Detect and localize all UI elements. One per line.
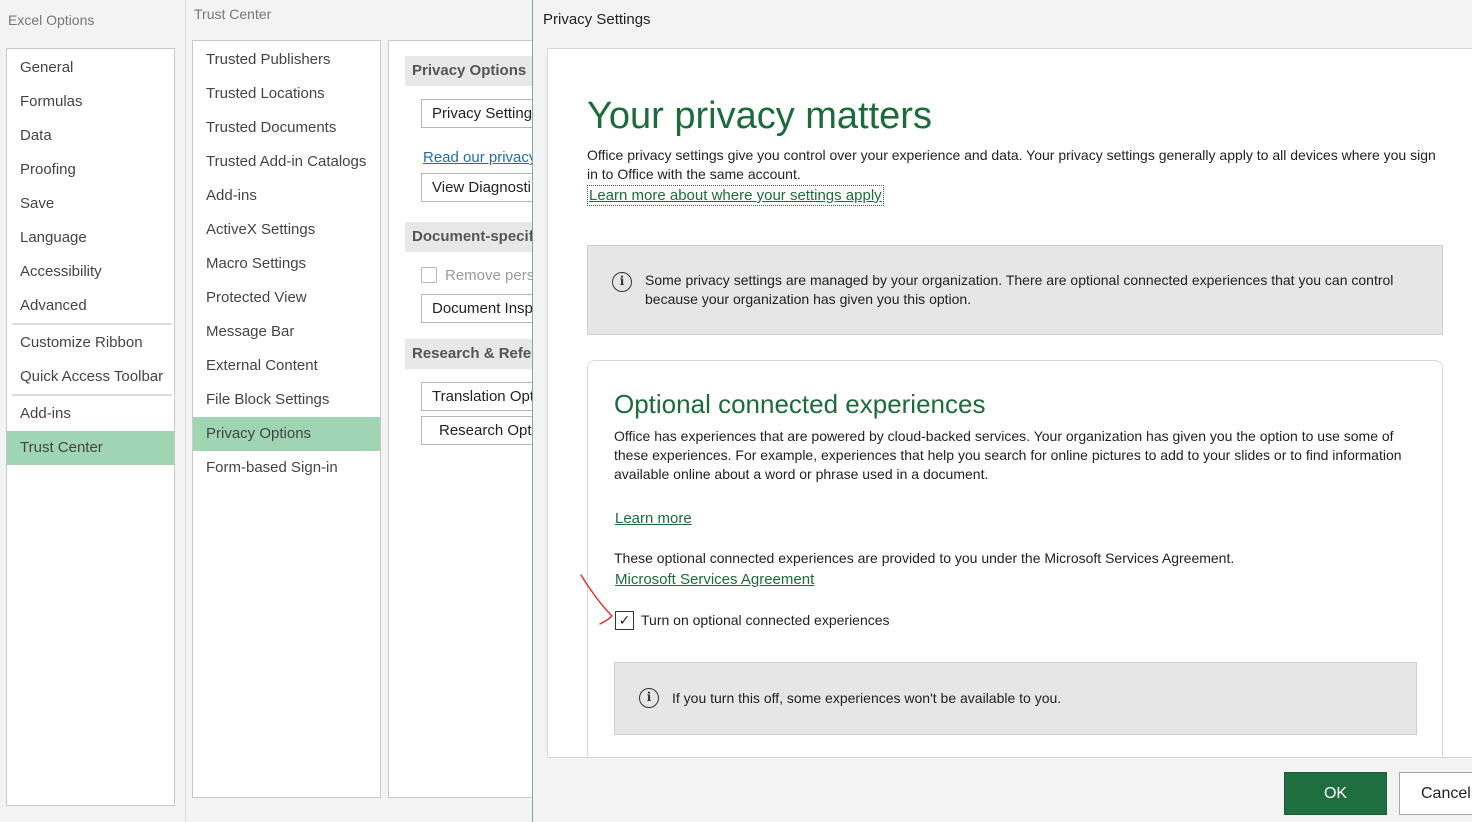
nav-quick-access-toolbar[interactable]: Quick Access Toolbar bbox=[7, 360, 174, 394]
nav-add-ins[interactable]: Add-ins bbox=[7, 397, 174, 431]
document-specific-header: Document-specif bbox=[405, 222, 545, 252]
turn-off-warning: i If you turn this off, some experiences… bbox=[614, 662, 1417, 735]
privacy-settings-dialog: Privacy Settings Your privacy matters Of… bbox=[532, 0, 1472, 822]
org-notice-text: Some privacy settings are managed by you… bbox=[645, 272, 1394, 307]
nav-divider bbox=[12, 394, 172, 396]
tc-nav-add-ins[interactable]: Add-ins bbox=[193, 179, 380, 213]
dialog-title: Privacy Settings bbox=[543, 11, 651, 28]
tc-nav-trusted-locations[interactable]: Trusted Locations bbox=[193, 77, 380, 111]
nav-accessibility[interactable]: Accessibility bbox=[7, 255, 174, 289]
info-circle-icon: i bbox=[639, 688, 659, 708]
tc-nav-message-bar[interactable]: Message Bar bbox=[193, 315, 380, 349]
trust-center-nav: Trusted Publishers Trusted Locations Tru… bbox=[192, 40, 381, 798]
optional-experiences-checkbox-label[interactable]: Turn on optional connected experiences bbox=[641, 612, 890, 628]
research-header: Research & Refer bbox=[405, 339, 545, 369]
checkmark-icon: ✓ bbox=[618, 612, 631, 628]
read-privacy-link[interactable]: Read our privacy bbox=[423, 149, 536, 166]
tc-nav-form-based-sign-in[interactable]: Form-based Sign-in bbox=[193, 451, 380, 485]
nav-proofing[interactable]: Proofing bbox=[7, 153, 174, 187]
tc-nav-trusted-addin-catalogs[interactable]: Trusted Add-in Catalogs bbox=[193, 145, 380, 179]
ok-button[interactable]: OK bbox=[1284, 772, 1387, 815]
cancel-button[interactable]: Cancel bbox=[1399, 772, 1472, 815]
tc-nav-protected-view[interactable]: Protected View bbox=[193, 281, 380, 315]
nav-advanced[interactable]: Advanced bbox=[7, 289, 174, 323]
excel-options-nav: General Formulas Data Proofing Save Lang… bbox=[6, 48, 175, 806]
msa-link[interactable]: Microsoft Services Agreement bbox=[615, 571, 814, 588]
nav-language[interactable]: Language bbox=[7, 221, 174, 255]
intro-text: Office privacy settings give you control… bbox=[587, 147, 1436, 182]
learn-more-link[interactable]: Learn more bbox=[615, 510, 692, 527]
excel-options-window: Excel Options General Formulas Data Proo… bbox=[0, 0, 186, 822]
privacy-options-header: Privacy Options bbox=[405, 56, 545, 86]
learn-where-settings-link[interactable]: Learn more about where your settings app… bbox=[587, 185, 884, 206]
tc-nav-trusted-publishers[interactable]: Trusted Publishers bbox=[193, 43, 380, 77]
msa-text: These optional connected experiences are… bbox=[614, 550, 1235, 566]
optional-experiences-card: Optional connected experiences Office ha… bbox=[587, 360, 1443, 757]
red-annotation-mark bbox=[580, 574, 613, 625]
trust-center-window: Trust Center Trusted Publishers Trusted … bbox=[186, 0, 558, 822]
nav-save[interactable]: Save bbox=[7, 187, 174, 221]
remove-personal-checkbox[interactable] bbox=[421, 267, 437, 283]
trust-center-title: Trust Center bbox=[194, 6, 272, 22]
nav-customize-ribbon[interactable]: Customize Ribbon bbox=[7, 326, 174, 360]
nav-trust-center[interactable]: Trust Center bbox=[7, 431, 174, 465]
tc-nav-trusted-documents[interactable]: Trusted Documents bbox=[193, 111, 380, 145]
tc-nav-file-block-settings[interactable]: File Block Settings bbox=[193, 383, 380, 417]
org-managed-notice: i Some privacy settings are managed by y… bbox=[587, 245, 1443, 335]
tc-nav-activex-settings[interactable]: ActiveX Settings bbox=[193, 213, 380, 247]
excel-options-title: Excel Options bbox=[8, 12, 95, 28]
tc-nav-privacy-options[interactable]: Privacy Options bbox=[193, 417, 380, 451]
nav-formulas[interactable]: Formulas bbox=[7, 85, 174, 119]
nav-general[interactable]: General bbox=[7, 51, 174, 85]
optional-experiences-description: Office has experiences that are powered … bbox=[614, 428, 1402, 482]
tc-nav-macro-settings[interactable]: Macro Settings bbox=[193, 247, 380, 281]
warning-text: If you turn this off, some experiences w… bbox=[672, 690, 1062, 706]
optional-experiences-heading: Optional connected experiences bbox=[614, 389, 986, 419]
remove-personal-label: Remove pers bbox=[445, 267, 535, 284]
nav-data[interactable]: Data bbox=[7, 119, 174, 153]
tc-nav-external-content[interactable]: External Content bbox=[193, 349, 380, 383]
nav-divider bbox=[12, 323, 172, 325]
privacy-panel: Your privacy matters Office privacy sett… bbox=[547, 48, 1472, 758]
info-circle-icon: i bbox=[612, 272, 632, 292]
page-title: Your privacy matters bbox=[587, 95, 932, 137]
